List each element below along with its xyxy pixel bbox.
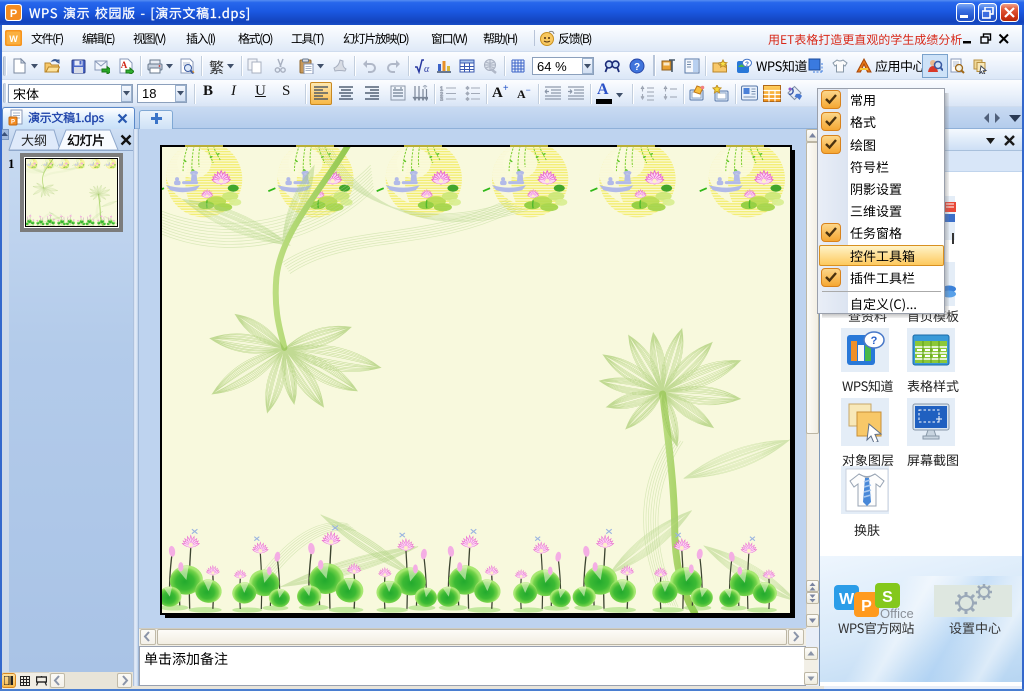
svg-text:P: P xyxy=(861,598,872,615)
svg-text:P: P xyxy=(11,120,15,126)
svg-text:?: ? xyxy=(745,61,749,68)
svg-text:3: 3 xyxy=(440,97,443,101)
svg-text:S: S xyxy=(882,589,893,606)
svg-text:Office: Office xyxy=(880,606,914,620)
svg-text:P: P xyxy=(10,8,17,20)
svg-text:?: ? xyxy=(871,335,878,347)
svg-text:?: ? xyxy=(634,62,640,73)
svg-text:α: α xyxy=(424,64,430,74)
svg-text:W: W xyxy=(839,591,855,608)
svg-text:A: A xyxy=(121,60,128,70)
svg-text:W: W xyxy=(9,34,18,44)
